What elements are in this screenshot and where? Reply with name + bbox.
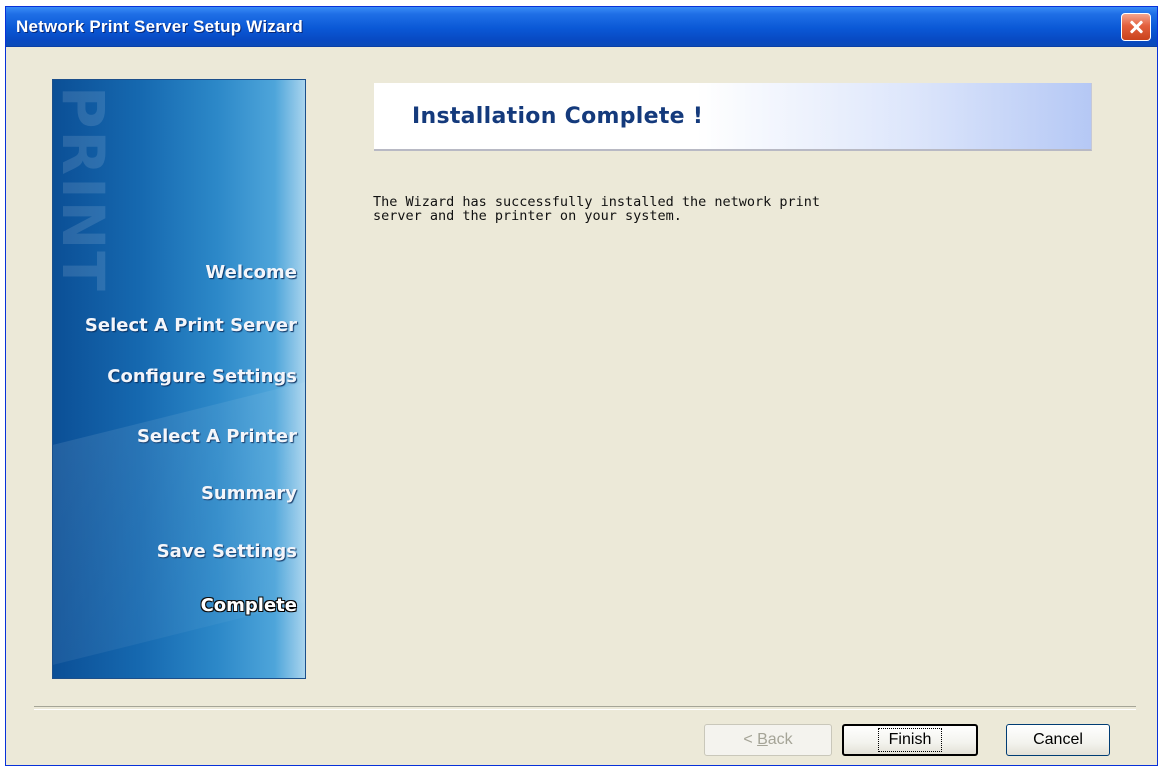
wizard-window: Network Print Server Setup Wizard PRINT … <box>5 6 1158 766</box>
back-button-prefix: < <box>743 731 758 748</box>
finish-button[interactable]: Finish <box>842 724 978 756</box>
step-select-print-server: Select A Print Server <box>84 315 297 336</box>
title-bar[interactable]: Network Print Server Setup Wizard <box>6 7 1157 47</box>
cancel-button-label: Cancel <box>1033 731 1083 748</box>
step-select-printer: Select A Printer <box>136 426 297 447</box>
back-button-mnemonic: B <box>757 731 768 748</box>
step-summary: Summary <box>200 483 297 504</box>
page-title: Installation Complete ! <box>412 104 704 129</box>
cancel-button[interactable]: Cancel <box>1006 724 1110 756</box>
step-complete: Complete <box>200 595 297 616</box>
page-header: Installation Complete ! <box>374 83 1092 151</box>
window-title: Network Print Server Setup Wizard <box>16 17 304 36</box>
step-list: Welcome Select A Print Server Configure … <box>53 80 305 678</box>
back-button[interactable]: < Back <box>704 724 832 756</box>
button-separator <box>34 706 1136 710</box>
wizard-steps-panel: PRINT Welcome Select A Print Server Conf… <box>52 79 306 679</box>
close-icon[interactable] <box>1121 13 1151 41</box>
back-button-label: ack <box>767 731 793 748</box>
completion-message: The Wizard has successfully installed th… <box>373 194 821 224</box>
step-configure-settings: Configure Settings <box>107 366 297 387</box>
step-welcome: Welcome <box>205 262 297 283</box>
step-save-settings: Save Settings <box>156 541 297 562</box>
finish-button-label: Finish <box>877 728 943 752</box>
